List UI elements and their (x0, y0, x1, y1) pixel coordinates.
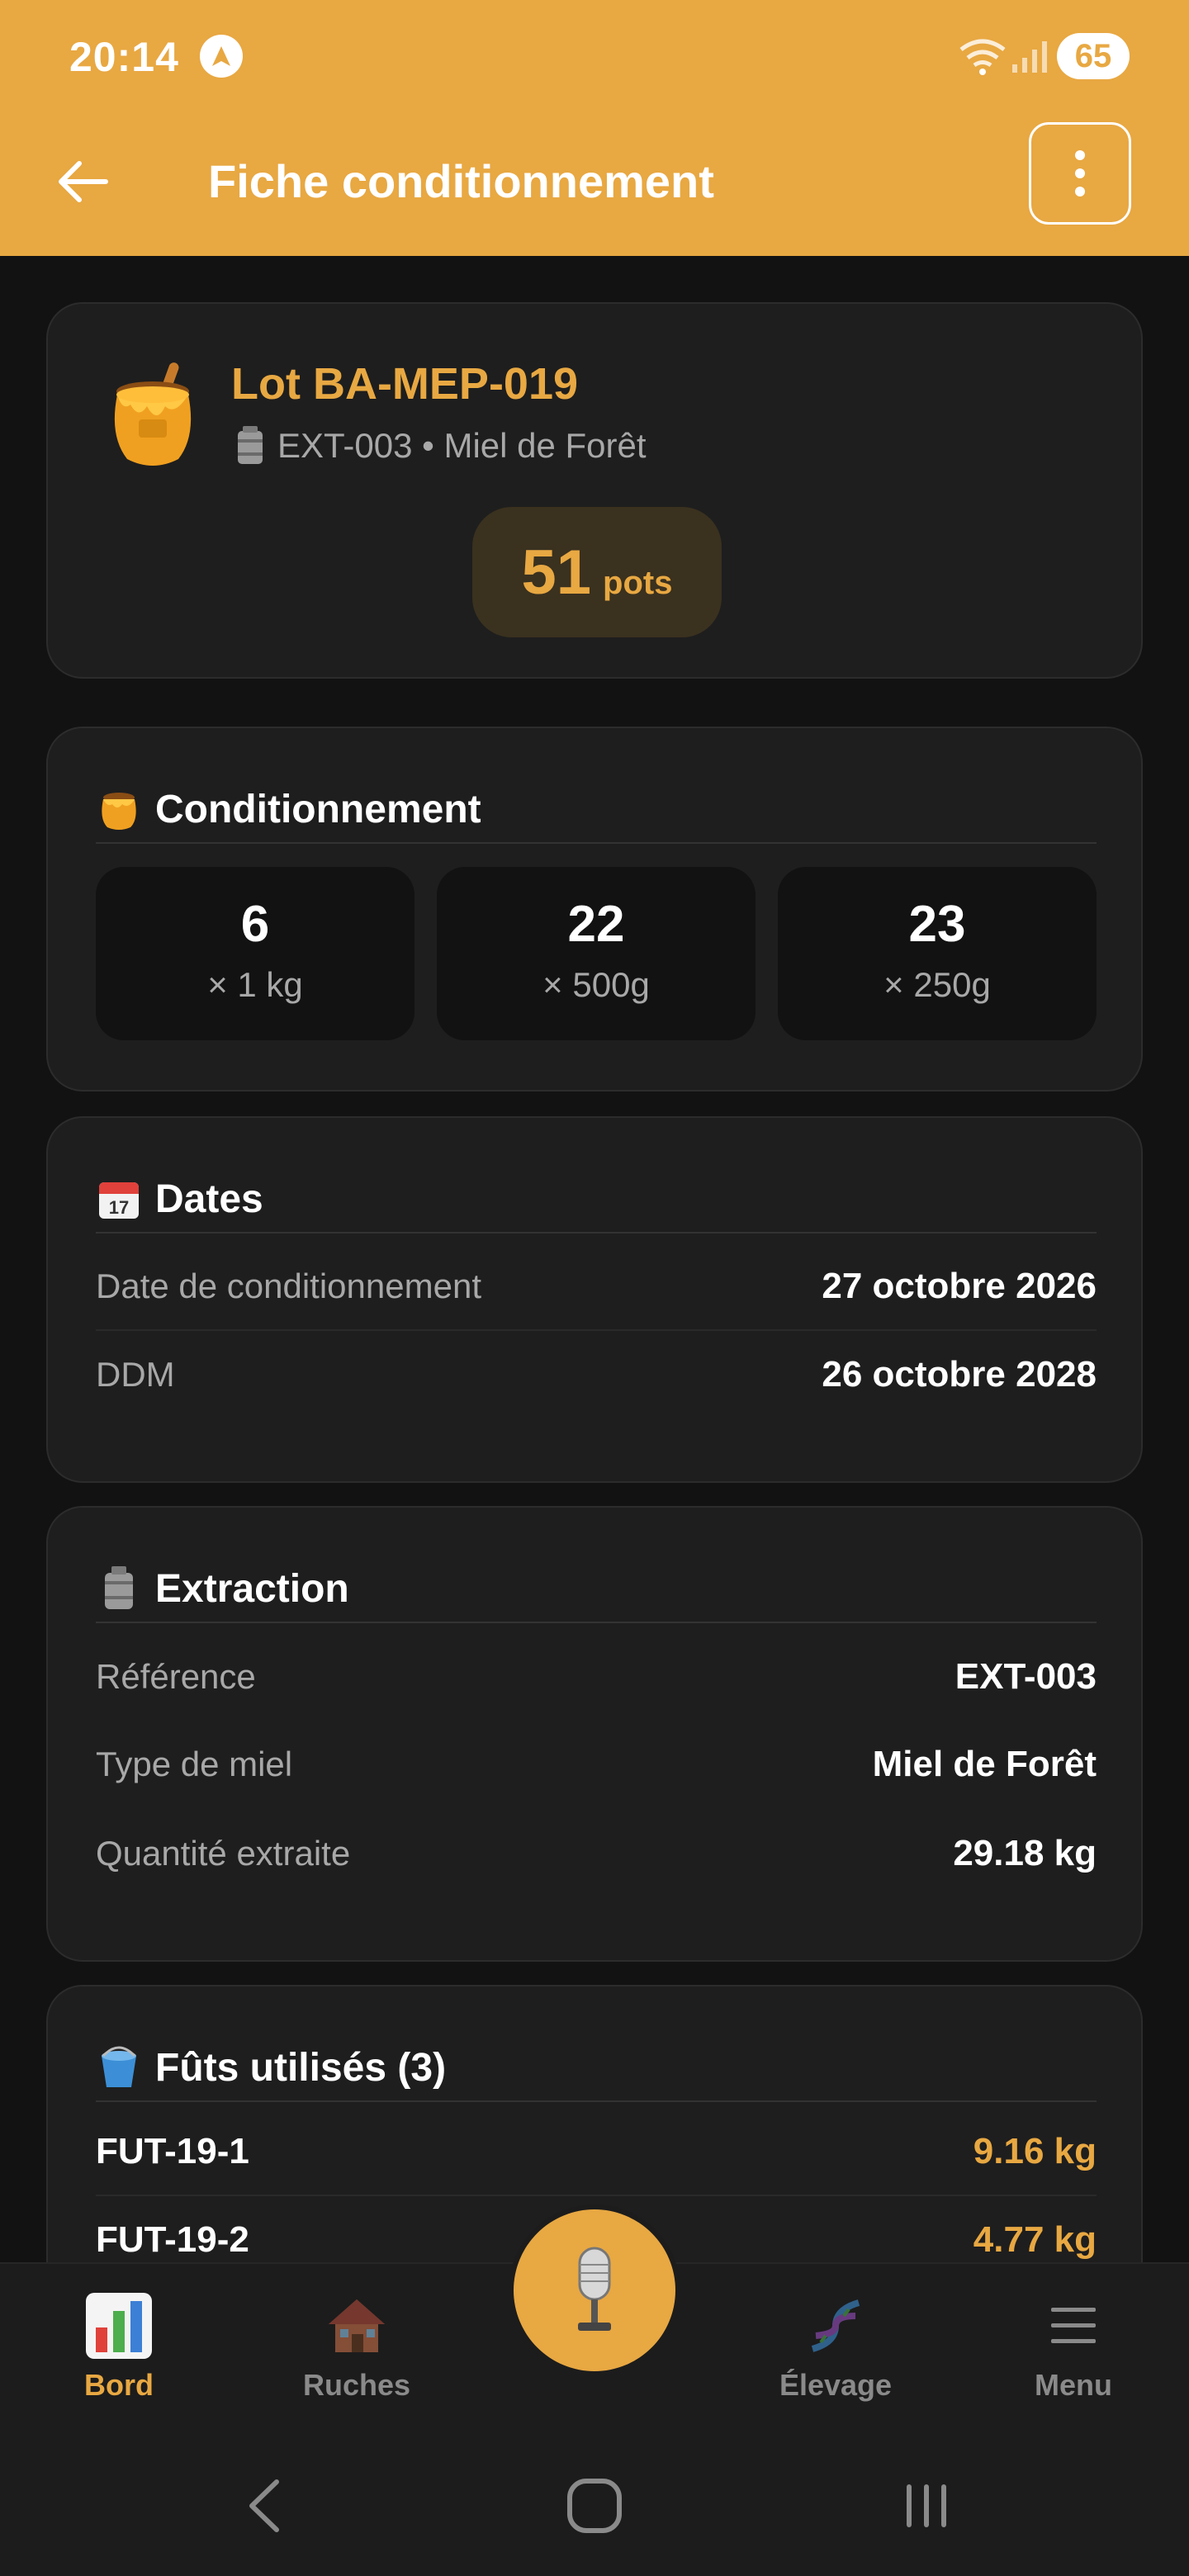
package-count: 22 (567, 896, 625, 953)
quantity-row: Quantité extraite 29.18 kg (96, 1810, 1097, 1897)
system-back-button[interactable] (215, 2469, 314, 2543)
nav-label: Bord (84, 2368, 154, 2402)
nav-item-ruches[interactable]: Ruches (274, 2289, 439, 2421)
page-title: Fiche conditionnement (208, 155, 714, 207)
dna-icon (753, 2289, 918, 2363)
row-value: 27 octobre 2026 (822, 1266, 1097, 1306)
honey-pot-icon (96, 786, 142, 832)
package-unit: × 1 kg (207, 965, 303, 1004)
nav-item-elevage[interactable]: Élevage (753, 2289, 918, 2421)
honey-pot-icon (114, 362, 192, 466)
back-button[interactable] (50, 149, 116, 215)
house-icon (274, 2289, 439, 2363)
row-value: 26 octobre 2028 (822, 1354, 1097, 1395)
row-label: Date de conditionnement (96, 1267, 481, 1305)
fut-reference: FUT-19-1 (96, 2131, 249, 2171)
honey-type-row: Type de miel Miel de Forêt (96, 1721, 1097, 1808)
arrow-left-icon (59, 161, 108, 202)
futs-title: Fûts utilisés (3) (155, 2045, 447, 2090)
calendar-icon: 17 (96, 1176, 142, 1222)
nav-item-bord[interactable]: Bord (36, 2289, 201, 2421)
conditionnement-header: Conditionnement (96, 776, 1097, 844)
lot-title: Lot BA-MEP-019 (231, 359, 579, 409)
dates-header: 17 Dates (96, 1166, 1097, 1234)
system-home-button[interactable] (545, 2469, 644, 2543)
system-recents-button[interactable] (877, 2469, 976, 2543)
fut-quantity: 9.16 kg (973, 2131, 1097, 2171)
battery-indicator: 65 (1057, 33, 1130, 79)
status-time: 20:14 (69, 34, 179, 80)
package-count: 6 (240, 896, 270, 953)
extraction-drum-icon (96, 1565, 142, 1612)
conditionnement-card: Conditionnement 6 × 1 kg 22 × 500g 23 × … (46, 727, 1143, 1091)
package-box-250g: 23 × 250g (778, 867, 1097, 1040)
microphone-icon (578, 2247, 611, 2331)
row-value: Miel de Forêt (872, 1744, 1097, 1784)
chevron-left-icon (249, 2479, 279, 2532)
fut-row[interactable]: FUT-19-1 9.16 kg (96, 2109, 1097, 2196)
row-value: 29.18 kg (953, 1833, 1097, 1873)
package-unit: × 250g (883, 965, 991, 1004)
wifi-icon (958, 38, 1007, 80)
hamburger-icon (991, 2289, 1156, 2363)
nav-label: Élevage (779, 2368, 893, 2402)
bar-chart-icon (36, 2289, 201, 2363)
pots-count-badge: 51 pots (472, 507, 722, 637)
pots-count: 51 (521, 537, 592, 608)
svg-text:17: 17 (109, 1197, 129, 1218)
nav-label: Ruches (302, 2368, 411, 2402)
ddm-row: DDM 26 octobre 2028 (96, 1331, 1097, 1418)
row-label: Type de miel (96, 1745, 293, 1783)
navigation-app-icon (200, 35, 243, 78)
row-label: DDM (96, 1355, 175, 1394)
nav-item-menu[interactable]: Menu (991, 2289, 1156, 2421)
package-unit: × 500g (542, 965, 650, 1004)
row-label: Référence (96, 1657, 256, 1696)
app-header: Fiche conditionnement (0, 116, 1189, 256)
package-count: 23 (908, 896, 966, 953)
recents-icon (907, 2484, 946, 2527)
dates-title: Dates (155, 1177, 263, 1221)
main-content[interactable]: Lot BA-MEP-019 EXT-003 • Miel de Forêt 5… (0, 256, 1189, 2262)
dates-card: 17 Dates Date de conditionnement 27 octo… (46, 1116, 1143, 1483)
bucket-icon (96, 2044, 142, 2091)
fut-reference: FUT-19-2 (96, 2219, 249, 2260)
lot-subtitle-row: EXT-003 • Miel de Forêt (234, 426, 647, 466)
nav-label: Menu (1035, 2368, 1112, 2402)
reference-row: Référence EXT-003 (96, 1633, 1097, 1721)
voice-input-button[interactable] (514, 2209, 675, 2371)
extraction-header: Extraction (96, 1556, 1097, 1623)
row-label: Quantité extraite (96, 1834, 351, 1873)
lot-subtitle: EXT-003 • Miel de Forêt (277, 426, 647, 465)
extraction-card: Extraction Référence EXT-003 Type de mie… (46, 1506, 1143, 1962)
row-value: EXT-003 (955, 1656, 1097, 1697)
conditionnement-title: Conditionnement (155, 787, 481, 831)
top-bar: 20:14 65 Fiche conditionnement (0, 0, 1189, 256)
pots-unit: pots (603, 565, 673, 601)
signal-icon (1012, 41, 1049, 77)
system-navigation-bar (0, 2436, 1189, 2576)
status-bar: 20:14 65 (0, 0, 1189, 116)
package-box-1kg: 6 × 1 kg (96, 867, 414, 1040)
lot-summary-card: Lot BA-MEP-019 EXT-003 • Miel de Forêt 5… (46, 302, 1143, 679)
extraction-title: Extraction (155, 1566, 349, 1611)
futs-header: Fûts utilisés (3) (96, 2034, 1097, 2102)
home-square-icon (567, 2479, 622, 2533)
package-box-500g: 22 × 500g (437, 867, 756, 1040)
more-options-button[interactable] (1029, 122, 1131, 225)
date-conditionnement-row: Date de conditionnement 27 octobre 2026 (96, 1243, 1097, 1331)
more-vertical-icon (1075, 150, 1085, 197)
extraction-drum-icon (238, 426, 263, 464)
screen: 20:14 65 Fiche conditionnement Lot BA-ME… (0, 0, 1189, 2576)
fut-quantity: 4.77 kg (973, 2219, 1097, 2260)
